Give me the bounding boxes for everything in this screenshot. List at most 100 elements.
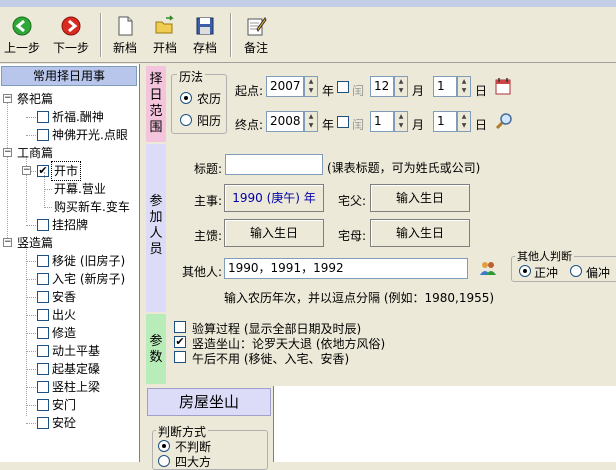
tree-line — [26, 387, 36, 388]
start-month-field[interactable]: 12 — [370, 76, 394, 97]
house-four-dir-radio[interactable] — [158, 455, 170, 467]
tree-item-label[interactable]: 竖柱上梁 — [52, 378, 100, 396]
tree-item-checkbox[interactable] — [37, 255, 49, 267]
search-icon[interactable] — [495, 112, 513, 130]
params-section-label: 参数 — [149, 334, 163, 365]
tree-line — [26, 369, 36, 370]
tree-item-checkbox[interactable]: ✔ — [37, 165, 49, 177]
start-month-spinner[interactable]: ▲ ▼ — [394, 76, 408, 97]
end-leap-label: 闰 — [352, 118, 365, 132]
tree-item-checkbox[interactable] — [37, 291, 49, 303]
notepad-pencil-icon — [247, 17, 267, 36]
start-leap-checkbox[interactable] — [337, 81, 349, 93]
lunar-label: 农历 — [197, 92, 222, 106]
back-arrow-icon — [12, 16, 32, 36]
mother-birth-button[interactable]: 输入生日 — [370, 219, 470, 247]
note-button[interactable]: 备注 — [236, 11, 276, 59]
start-year-spinner[interactable]: ▲ ▼ — [304, 76, 318, 97]
lunar-radio[interactable] — [180, 92, 192, 104]
tree-item-label[interactable]: 神佛开光.点眼 — [52, 126, 128, 144]
end-year-field[interactable]: 2008 — [266, 111, 304, 132]
tree-item-checkbox[interactable] — [37, 219, 49, 231]
tree-item-checkbox[interactable] — [37, 381, 49, 393]
tree-line — [26, 351, 36, 352]
tree-item-label[interactable]: 安砼 — [52, 414, 76, 432]
tree-category-label[interactable]: 祭祀篇 — [17, 90, 53, 108]
end-month-field[interactable]: 1 — [370, 111, 394, 132]
tree-line — [44, 189, 52, 190]
others-label: 其他人: — [182, 265, 223, 279]
verify-process-checkbox[interactable] — [174, 321, 186, 333]
afternoon-exclude-checkbox[interactable] — [174, 351, 186, 363]
tree-item-checkbox[interactable] — [37, 309, 49, 321]
tree-item-checkbox[interactable] — [37, 399, 49, 411]
house-no-judge-radio[interactable] — [158, 440, 170, 452]
tree-item-checkbox[interactable] — [37, 273, 49, 285]
tree-item-label[interactable]: 安香 — [52, 288, 76, 306]
solar-radio[interactable] — [180, 114, 192, 126]
tree-collapse-toggle[interactable]: − — [3, 238, 12, 247]
start-month-unit: 月 — [412, 84, 425, 98]
others-hint: 输入农历年次，并以逗点分隔 (例如：1980,1955) — [224, 291, 495, 305]
hostwife-birth-button[interactable]: 输入生日 — [224, 219, 324, 247]
end-day-spinner[interactable]: ▲ ▼ — [457, 111, 471, 132]
tree-item-label[interactable]: 挂招牌 — [52, 216, 88, 234]
start-day-field[interactable]: 1 — [433, 76, 457, 97]
tree-item-label[interactable]: 入宅 (新房子) — [52, 270, 125, 288]
start-day-spinner[interactable]: ▲ ▼ — [457, 76, 471, 97]
tree-line — [26, 333, 36, 334]
father-birth-button[interactable]: 输入生日 — [370, 184, 470, 212]
tree-item-label[interactable]: 安门 — [52, 396, 76, 414]
people-section-label: 参加人员 — [149, 194, 163, 257]
host-birth-button[interactable]: 1990 (庚午) 年 — [224, 184, 324, 212]
new-button[interactable]: 新档 — [106, 11, 144, 59]
open-button[interactable]: 开档 — [146, 11, 184, 59]
tree-category-label[interactable]: 竖造篇 — [17, 234, 53, 252]
title-input[interactable] — [225, 154, 323, 175]
tree-line — [26, 117, 36, 118]
tree-category-label[interactable]: 工商篇 — [17, 144, 53, 162]
tree-subitem-label[interactable]: 购买新车.变车 — [54, 198, 130, 216]
new-label: 新档 — [112, 41, 137, 55]
window-title-bar — [0, 0, 616, 7]
tree-item-label[interactable]: 开市 — [50, 161, 82, 181]
house-facing-title: 房屋坐山 — [147, 388, 271, 416]
tree-item-checkbox[interactable] — [37, 363, 49, 375]
next-button[interactable]: 下一步 — [50, 11, 92, 59]
tree-item-checkbox[interactable] — [37, 327, 49, 339]
afternoon-exclude-label: 午后不用 (移徙、入宅、安香) — [192, 352, 350, 366]
prev-button[interactable]: 上一步 — [2, 11, 42, 59]
judge-direct-radio[interactable] — [519, 265, 531, 277]
tree-item-label[interactable]: 修造 — [52, 324, 76, 342]
end-leap-checkbox[interactable] — [337, 116, 349, 128]
tree-collapse-toggle[interactable]: − — [3, 94, 12, 103]
others-input[interactable]: 1990，1991，1992 — [224, 258, 468, 279]
tree-item-label[interactable]: 动土平基 — [52, 342, 100, 360]
save-button[interactable]: 存档 — [186, 11, 224, 59]
tree-line — [7, 100, 8, 240]
build-facing-checkbox[interactable]: ✔ — [174, 336, 186, 348]
tree-item-checkbox[interactable] — [37, 345, 49, 357]
end-day-field[interactable]: 1 — [433, 111, 457, 132]
host-label: 主事: — [194, 194, 223, 208]
note-label: 备注 — [243, 41, 268, 55]
people-icon[interactable] — [479, 260, 497, 276]
tree-item-label[interactable]: 祈福.酬神 — [52, 108, 104, 126]
tree-item-checkbox[interactable] — [37, 111, 49, 123]
tree-item-checkbox[interactable] — [37, 417, 49, 429]
start-year-unit: 年 — [322, 84, 335, 98]
end-month-spinner[interactable]: ▲ ▼ — [394, 111, 408, 132]
tree-item-label[interactable]: 起基定磉 — [52, 360, 100, 378]
house-facing-panel: 房屋坐山 判断方式 不判断 四大方 — [146, 386, 274, 470]
calendar-icon[interactable] — [495, 77, 511, 95]
tree-collapse-toggle[interactable]: − — [3, 148, 12, 157]
tree-subitem-label[interactable]: 开幕.营业 — [54, 180, 106, 198]
judge-side-radio[interactable] — [570, 265, 582, 277]
tree-item-checkbox[interactable] — [37, 129, 49, 141]
tree-collapse-toggle[interactable]: − — [22, 166, 31, 175]
tree-line — [26, 297, 36, 298]
tree-item-label[interactable]: 移徙 (旧房子) — [52, 252, 125, 270]
end-year-spinner[interactable]: ▲ ▼ — [304, 111, 318, 132]
tree-item-label[interactable]: 出火 — [52, 306, 76, 324]
start-year-field[interactable]: 2007 — [266, 76, 304, 97]
